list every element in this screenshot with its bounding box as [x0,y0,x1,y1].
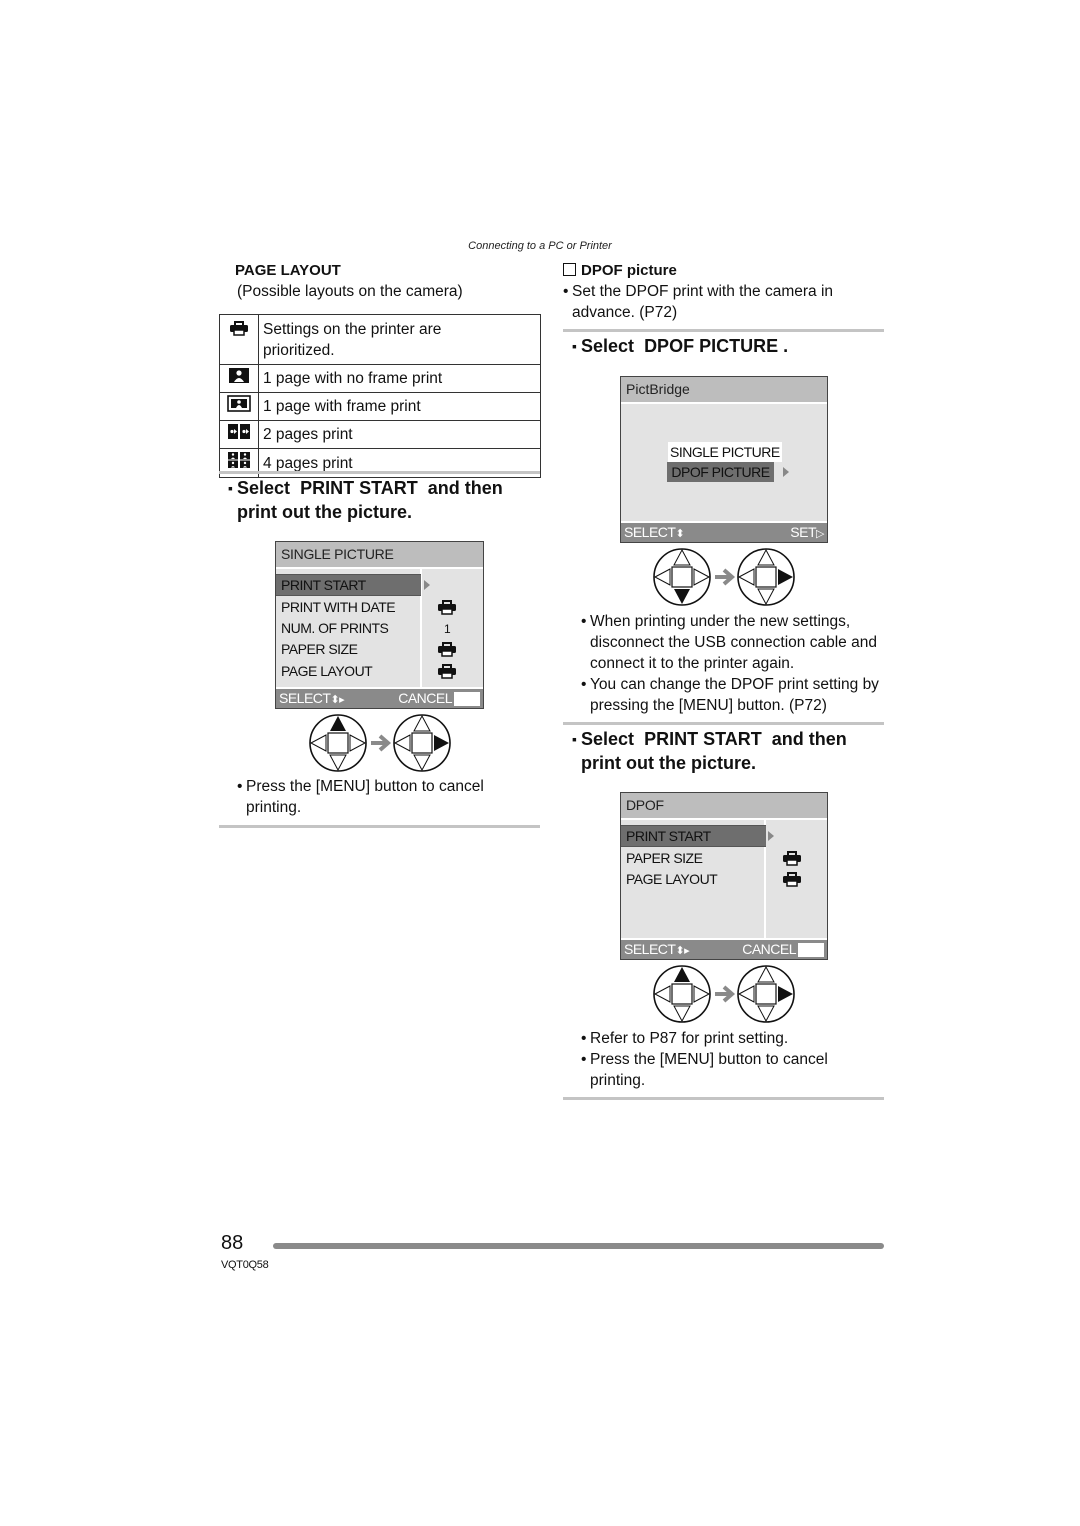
divider [563,329,884,332]
section-header: Connecting to a PC or Printer [468,240,612,252]
footer-bar [273,1243,884,1249]
arrow-right-icon [783,467,789,477]
dpof-picture-heading: DPOF picture [563,262,677,279]
table-cell: Settings on the printer are prioritized. [258,314,541,365]
single-no-frame-icon [219,364,259,393]
menu-item-print-with-date[interactable]: PRINT WITH DATE [281,597,396,617]
divider [219,471,540,474]
printer-icon [782,871,802,887]
table-row: Settings on the printer are prioritized. [219,314,541,365]
screen-title: DPOF [621,793,827,820]
screen-footer: SELECT⬍ SET▷ [621,521,827,542]
arrow-right-icon [371,734,392,752]
screen-footer: SELECT⬍▸ CANCEL [621,938,827,959]
table-cell: 2 pages print [258,420,541,449]
footer-cancel-label: CANCEL [398,689,480,708]
cursor-pad-up-pressed [653,965,711,1023]
updown-right-icon: ⬍▸ [330,694,345,706]
step-select-print-start: ▪ Select PRINT START and then print out … [572,729,847,773]
single-frame-icon [219,392,259,421]
menu-item-single-picture[interactable]: SINGLE PICTURE [668,442,782,462]
screen-title: PictBridge [621,377,827,404]
printer-icon [437,641,457,657]
step-select-dpof-picture: ▪ Select DPOF PICTURE . [572,336,789,356]
footer-select-label: SELECT⬍▸ [624,941,690,957]
updown-icon: ⬍ [675,528,685,540]
menu-item-dpof-picture[interactable]: DPOF PICTURE [667,462,774,482]
footer-cancel-label: CANCEL [742,940,824,959]
divider [563,1097,884,1100]
table-row: 1 page with frame print [219,392,541,421]
updown-right-icon: ⬍▸ [675,945,690,957]
divider [563,722,884,725]
screen-title: SINGLE PICTURE [276,542,483,569]
page-number: 88 [221,1232,244,1254]
table-cell: 1 page with frame print [258,392,541,421]
menu-item-page-layout[interactable]: PAGE LAYOUT [281,661,373,681]
arrow-right-icon [768,831,774,841]
printer-icon [437,599,457,615]
camera-screen-pictbridge: PictBridge SINGLE PICTURE DPOF PICTURE S… [620,376,828,543]
menu-item-print-start[interactable]: PRINT START [276,574,421,596]
note-item: • You can change the DPOF print setting b… [581,676,879,714]
cursor-pad-down-pressed [653,548,711,606]
screen-footer: SELECT⬍▸ CANCEL [276,687,483,708]
table-row: 2 pages print [219,420,541,449]
printer-icon [782,850,802,866]
page-layout-subheading: (Possible layouts on the camera) [237,283,463,300]
cursor-pad-right-pressed [737,965,795,1023]
camera-screen-dpof: DPOF PRINT START PAPER SIZE PAGE LAYOUT … [620,792,828,960]
divider [219,825,540,828]
page-layout-table: Settings on the printer are prioritized.… [219,314,541,478]
arrow-right-icon [715,568,736,586]
menu-item-print-start[interactable]: PRINT START [621,825,766,847]
checkbox-icon [563,263,576,276]
menu-item-paper-size[interactable]: PAPER SIZE [626,848,703,868]
table-cell: 1 page with no frame print [258,364,541,393]
footer-select-label: SELECT⬍▸ [279,690,345,706]
note-item: • Refer to P87 for print setting. [581,1030,789,1047]
num-of-prints-value: 1 [444,622,451,636]
printer-icon [219,314,259,365]
cursor-pad-up-pressed [309,714,367,772]
cursor-pad-diagram [653,965,795,1023]
menu-item-page-layout[interactable]: PAGE LAYOUT [626,869,718,889]
footer-select-label: SELECT⬍ [624,524,685,540]
arrow-right-icon [715,985,736,1003]
left-note: • Press the [MENU] button to cancel print… [237,778,484,816]
two-pages-icon [219,420,259,449]
printer-icon [437,663,457,679]
cursor-pad-right-pressed [737,548,795,606]
menu-item-paper-size[interactable]: PAPER SIZE [281,639,358,659]
cursor-pad-diagram [653,548,795,606]
page-layout-heading: PAGE LAYOUT [235,262,341,279]
step-select-print-start: ▪ Select PRINT START and then print out … [228,478,503,522]
note-item: • When printing under the new settings, d… [581,613,877,672]
table-row: 1 page with no frame print [219,364,541,393]
footer-set-label: SET▷ [790,524,824,540]
menu-button-icon [454,692,480,707]
menu-button-icon [798,943,824,958]
dpof-note: • Set the DPOF print with the camera in a… [563,283,834,321]
cursor-pad-right-pressed [393,714,451,772]
chevron-right-icon: ▷ [816,528,824,540]
camera-screen-single-picture: SINGLE PICTURE PRINT START PRINT WITH DA… [275,541,484,709]
note-item: • Press the [MENU] button to cancel print… [581,1051,828,1089]
step-bullet: ▪ [228,480,233,496]
menu-item-num-of-prints[interactable]: NUM. OF PRINTS [281,618,389,638]
arrow-right-icon [424,580,430,590]
model-code: VQT0Q58 [221,1259,269,1271]
cursor-pad-diagram [309,714,451,772]
